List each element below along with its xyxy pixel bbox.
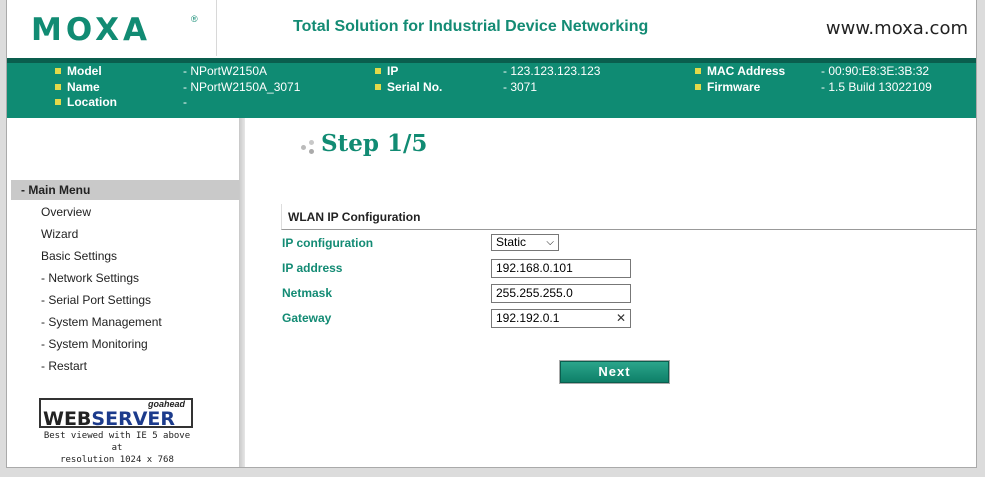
serial-value: - 3071 [503, 80, 538, 94]
gateway-input[interactable]: 192.192.0.1 ✕ [491, 309, 631, 328]
gateway-label: Gateway [282, 311, 332, 325]
bullet-icon [695, 84, 701, 90]
web-text: WEB [43, 408, 92, 430]
gateway-value: 192.192.0.1 [496, 311, 560, 325]
info-ip: IP [375, 63, 398, 79]
ip-configuration-select[interactable]: Static ⌵ [491, 234, 559, 251]
info-location: Location [55, 94, 117, 110]
device-info-bar: Model - NPortW2150A Name - NPortW2150A_3… [7, 58, 976, 118]
server-text: SERVER [91, 408, 176, 430]
main-menu-header[interactable]: - Main Menu [11, 180, 239, 200]
browser-note-line1: Best viewed with IE 5 above at [43, 431, 191, 453]
menu-item-restart[interactable]: - Restart [41, 359, 87, 373]
step-dots-icon [301, 138, 321, 156]
browser-note-line2: resolution 1024 x 768 [60, 455, 174, 465]
menu-item-basic-settings[interactable]: Basic Settings [41, 249, 117, 263]
website-link[interactable]: www.moxa.com [826, 18, 968, 39]
main-content: Step 1/5 WLAN IP Configuration IP config… [245, 118, 976, 467]
web-page: MOXA ® Total Solution for Industrial Dev… [6, 0, 977, 468]
registered-mark: ® [191, 14, 198, 24]
mac-label: MAC Address [707, 64, 786, 78]
firmware-label: Firmware [707, 80, 761, 94]
ip-value: - 123.123.123.123 [503, 64, 601, 78]
info-mac: MAC Address [695, 63, 785, 79]
netmask-label: Netmask [282, 286, 333, 300]
model-label: Model [67, 64, 102, 78]
goahead-webserver-logo: goahead WEBSERVER [39, 398, 193, 430]
clear-icon[interactable]: ✕ [616, 310, 626, 327]
sidebar: - Main Menu Overview Wizard Basic Settin… [7, 118, 239, 467]
logo-box: MOXA ® [7, 0, 217, 56]
bullet-icon [695, 68, 701, 74]
ip-configuration-value: Static [496, 235, 527, 249]
ip-label: IP [387, 64, 399, 78]
bullet-icon [55, 99, 61, 105]
ip-configuration-label: IP configuration [282, 236, 374, 250]
menu-item-overview[interactable]: Overview [41, 205, 91, 219]
browser-note: Best viewed with IE 5 above at resolutio… [37, 430, 197, 466]
section-title: WLAN IP Configuration [281, 204, 976, 230]
step-title: Step 1/5 [321, 130, 428, 157]
firmware-value: - 1.5 Build 13022109 [821, 80, 932, 94]
menu-item-system-monitoring[interactable]: - System Monitoring [41, 337, 148, 351]
webserver-badge: goahead WEBSERVER Best viewed with IE 5 … [37, 398, 197, 466]
bullet-icon [55, 84, 61, 90]
next-button[interactable]: Next [559, 360, 670, 384]
netmask-input[interactable]: 255.255.255.0 [491, 284, 631, 303]
name-value: - NPortW2150A_3071 [183, 80, 301, 94]
menu-item-serial-port-settings[interactable]: - Serial Port Settings [41, 293, 151, 307]
ip-address-label: IP address [282, 261, 343, 275]
location-value: - [183, 95, 187, 109]
info-model: Model [55, 63, 102, 79]
moxa-logo: MOXA [31, 12, 151, 48]
info-name: Name [55, 79, 100, 95]
header: MOXA ® Total Solution for Industrial Dev… [7, 0, 976, 58]
info-firmware: Firmware [695, 79, 760, 95]
location-label: Location [67, 95, 117, 109]
browser-frame: MOXA ® Total Solution for Industrial Dev… [0, 0, 985, 477]
tagline: Total Solution for Industrial Device Net… [293, 18, 649, 35]
menu-item-wizard[interactable]: Wizard [41, 227, 78, 241]
info-serial: Serial No. [375, 79, 442, 95]
name-label: Name [67, 80, 100, 94]
mac-value: - 00:90:E8:3E:3B:32 [821, 64, 930, 78]
bullet-icon [55, 68, 61, 74]
bullet-icon [375, 84, 381, 90]
webserver-text: WEBSERVER [43, 408, 175, 430]
bullet-icon [375, 68, 381, 74]
ip-address-input[interactable]: 192.168.0.101 [491, 259, 631, 278]
model-value: - NPortW2150A [183, 64, 268, 78]
menu-item-network-settings[interactable]: - Network Settings [41, 271, 139, 285]
chevron-down-icon: ⌵ [546, 237, 554, 248]
menu-item-system-management[interactable]: - System Management [41, 315, 162, 329]
serial-label: Serial No. [387, 80, 443, 94]
